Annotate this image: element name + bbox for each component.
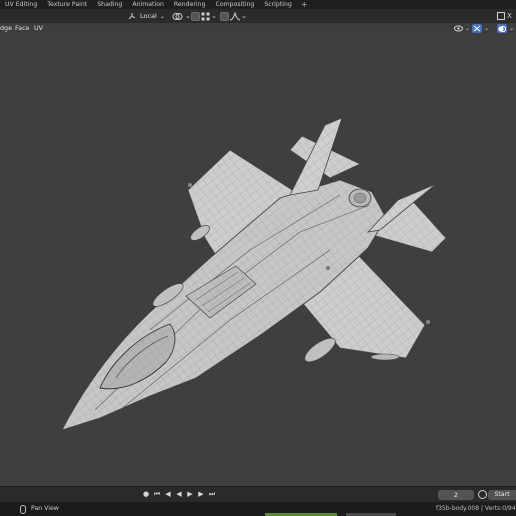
tab-animation[interactable]: Animation — [127, 0, 169, 9]
falloff-curve-icon — [230, 11, 240, 20]
record-icon[interactable]: ● — [142, 490, 150, 499]
current-frame-field[interactable]: 2 — [438, 490, 474, 500]
jump-start-icon[interactable]: ⏮ — [153, 490, 161, 499]
tab-texture-paint[interactable]: Texture Paint — [42, 0, 92, 9]
orientation-icon — [128, 12, 136, 19]
tab-shading[interactable]: Shading — [92, 0, 127, 9]
start-frame-field[interactable]: Start — [488, 490, 516, 500]
snap-icon — [191, 11, 200, 21]
snap-chevron-icon[interactable]: ⌄ — [211, 11, 217, 21]
overlays-icon — [498, 25, 507, 32]
pan-view-hint: Pan View — [31, 505, 59, 512]
visibility-chevron-icon[interactable]: ⌄ — [465, 25, 470, 32]
prev-keyframe-icon[interactable]: ◀ — [164, 490, 172, 499]
workspace-tabs-bar: UV Editing Texture Paint Shading Animati… — [0, 0, 516, 9]
overlays-chevron-icon[interactable]: ⌄ — [509, 25, 514, 32]
eye-icon[interactable] — [454, 24, 463, 33]
sidebar-icon — [497, 12, 505, 20]
face-select-mode-button[interactable]: Face — [15, 23, 29, 34]
viewport-header: Local ⌄ ⌄ ⌄ ⌄ X — [0, 9, 516, 23]
overlays-toggle-button[interactable] — [497, 24, 508, 33]
clock-icon[interactable] — [478, 490, 487, 499]
snap-target-button[interactable] — [201, 11, 210, 21]
chevron-down-icon: ⌄ — [159, 12, 165, 20]
orientation-label: Local — [140, 12, 157, 20]
tab-uv-editing[interactable]: UV Editing — [0, 0, 42, 9]
snap-toggle-button[interactable] — [191, 11, 200, 21]
next-keyframe-icon[interactable]: ▶ — [197, 490, 205, 499]
gizmo-icon — [473, 25, 481, 32]
jump-end-icon[interactable]: ⏭ — [208, 490, 216, 499]
wingtip-light — [188, 183, 192, 187]
3d-viewport[interactable] — [0, 34, 516, 486]
proportional-edit-button[interactable] — [220, 11, 229, 21]
gizmo-toggle-button[interactable] — [472, 24, 483, 33]
fuselage-detail — [326, 266, 330, 270]
select-mode-row: dge Face UV ⌄ ⌄ ⌄ — [0, 23, 516, 34]
tab-compositing[interactable]: Compositing — [211, 0, 260, 9]
pivot-chevron-icon[interactable]: ⌄ — [185, 11, 191, 21]
snap-grid-icon — [201, 12, 210, 20]
pivot-icon — [172, 12, 183, 20]
aircraft-model[interactable] — [0, 34, 516, 486]
status-bar: Pan View f35b-body.008 | Verts:0/94,372 … — [0, 502, 516, 516]
proportional-edit-icon — [220, 11, 229, 21]
gizmo-chevron-icon[interactable]: ⌄ — [484, 25, 489, 32]
engine-nozzle — [348, 188, 372, 208]
tab-rendering[interactable]: Rendering — [169, 0, 211, 9]
tab-scripting[interactable]: Scripting — [259, 0, 297, 9]
falloff-button[interactable] — [230, 11, 240, 21]
wingtip-light-right — [426, 320, 430, 324]
play-reverse-icon[interactable]: ◀ — [175, 490, 183, 499]
toggle-sidebar-button[interactable] — [497, 11, 505, 21]
falloff-chevron-icon[interactable]: ⌄ — [241, 11, 247, 21]
uv-menu-button[interactable]: UV — [34, 23, 43, 34]
timeline-bar: ● ⏮ ◀ ◀ ▶ ▶ ⏭ 2 Start — [0, 486, 516, 502]
mouse-icon — [20, 505, 26, 514]
play-icon[interactable]: ▶ — [186, 490, 194, 499]
add-workspace-button[interactable]: + — [297, 0, 312, 9]
pivot-point-button[interactable] — [172, 11, 184, 21]
playback-controls: ● ⏮ ◀ ◀ ▶ ▶ ⏭ — [142, 490, 216, 499]
visibility-controls: ⌄ ⌄ ⌄ — [454, 23, 514, 34]
close-icon[interactable]: X — [507, 11, 512, 21]
scene-stats: f35b-body.008 | Verts:0/94,372 | — [436, 505, 516, 512]
transform-orientation-dropdown[interactable]: Local ⌄ — [128, 10, 165, 22]
edge-select-mode-button[interactable]: dge — [0, 23, 12, 34]
